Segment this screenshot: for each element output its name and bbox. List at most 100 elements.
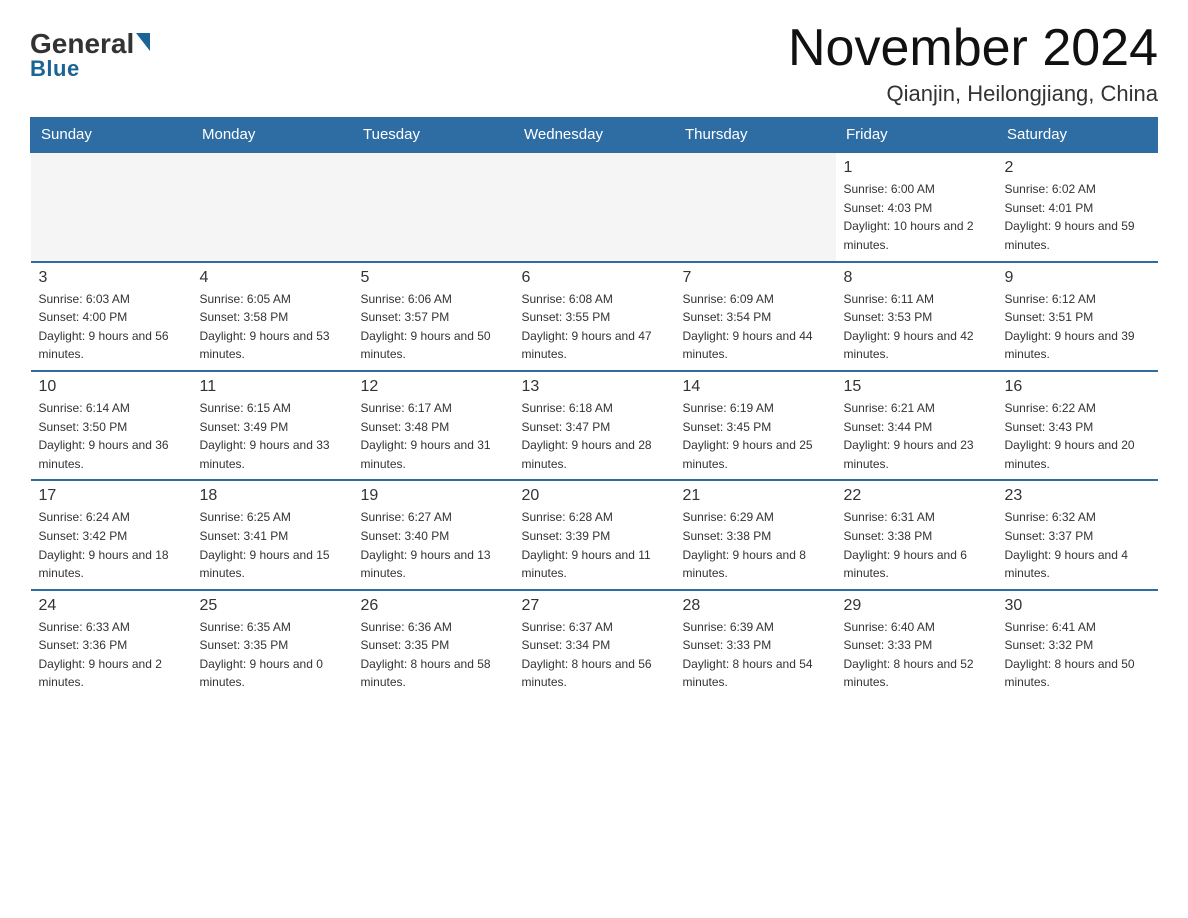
header-day-wednesday: Wednesday [514,118,675,153]
day-number: 6 [522,269,667,287]
day-cell [31,152,192,261]
day-cell: 12 Sunrise: 6:17 AMSunset: 3:48 PMDayligh… [353,371,514,480]
day-number: 13 [522,378,667,396]
calendar-table: SundayMondayTuesdayWednesdayThursdayFrid… [30,117,1158,698]
day-cell [675,152,836,261]
week-row-5: 24Sunrise: 6:33 AMSunset: 3:36 PMDayligh… [31,590,1158,698]
logo-sub: Blue [30,56,80,82]
day-number: 19 [361,487,506,505]
day-number: 5 [361,269,506,287]
day-cell: 8 Sunrise: 6:11 AMSunset: 3:53 PMDaylight… [836,262,997,371]
day-info: Sunrise: 6:11 AMSunset: 3:53 PMDaylight:… [844,290,989,364]
day-cell: 6 Sunrise: 6:08 AMSunset: 3:55 PMDaylight… [514,262,675,371]
day-number: 30 [1005,597,1150,615]
day-number: 10 [39,378,184,396]
day-info: Sunrise: 6:22 AMSunset: 3:43 PMDaylight:… [1005,399,1150,473]
day-cell: 19 Sunrise: 6:27 AMSunset: 3:40 PMDayligh… [353,480,514,589]
day-info: Sunrise: 6:15 AMSunset: 3:49 PMDaylight:… [200,399,345,473]
week-row-3: 10 Sunrise: 6:14 AMSunset: 3:50 PMDayligh… [31,371,1158,480]
day-info: Sunrise: 6:08 AMSunset: 3:55 PMDaylight:… [522,290,667,364]
day-number: 29 [844,597,989,615]
day-number: 2 [1005,159,1150,177]
day-info: Sunrise: 6:39 AMSunset: 3:33 PMDaylight:… [683,618,828,692]
day-cell: 13 Sunrise: 6:18 AMSunset: 3:47 PMDayligh… [514,371,675,480]
day-cell: 2 Sunrise: 6:02 AMSunset: 4:01 PMDaylight… [997,152,1158,261]
day-number: 12 [361,378,506,396]
calendar-title: November 2024 [788,20,1158,77]
day-number: 26 [361,597,506,615]
page-header: General Blue November 2024 Qianjin, Heil… [30,20,1158,107]
day-cell: 11Sunrise: 6:15 AMSunset: 3:49 PMDayligh… [192,371,353,480]
day-cell [514,152,675,261]
day-info: Sunrise: 6:21 AMSunset: 3:44 PMDaylight:… [844,399,989,473]
day-cell: 18Sunrise: 6:25 AMSunset: 3:41 PMDayligh… [192,480,353,589]
day-info: Sunrise: 6:06 AMSunset: 3:57 PMDaylight:… [361,290,506,364]
day-cell: 30Sunrise: 6:41 AMSunset: 3:32 PMDayligh… [997,590,1158,698]
header-day-sunday: Sunday [31,118,192,153]
logo: General Blue [30,20,150,82]
day-number: 23 [1005,487,1150,505]
day-number: 21 [683,487,828,505]
day-number: 18 [200,487,345,505]
day-info: Sunrise: 6:28 AMSunset: 3:39 PMDaylight:… [522,508,667,582]
day-cell: 7 Sunrise: 6:09 AMSunset: 3:54 PMDaylight… [675,262,836,371]
calendar-subtitle: Qianjin, Heilongjiang, China [788,81,1158,107]
day-cell: 27 Sunrise: 6:37 AMSunset: 3:34 PMDayligh… [514,590,675,698]
week-row-4: 17Sunrise: 6:24 AMSunset: 3:42 PMDayligh… [31,480,1158,589]
day-cell [192,152,353,261]
day-cell: 29 Sunrise: 6:40 AMSunset: 3:33 PMDayligh… [836,590,997,698]
day-number: 3 [39,269,184,287]
day-info: Sunrise: 6:31 AMSunset: 3:38 PMDaylight:… [844,508,989,582]
day-info: Sunrise: 6:37 AMSunset: 3:34 PMDaylight:… [522,618,667,692]
day-cell: 22 Sunrise: 6:31 AMSunset: 3:38 PMDayligh… [836,480,997,589]
day-number: 20 [522,487,667,505]
day-info: Sunrise: 6:19 AMSunset: 3:45 PMDaylight:… [683,399,828,473]
day-number: 7 [683,269,828,287]
day-info: Sunrise: 6:00 AMSunset: 4:03 PMDaylight:… [844,180,989,254]
day-number: 4 [200,269,345,287]
day-cell [353,152,514,261]
day-cell: 20 Sunrise: 6:28 AMSunset: 3:39 PMDayligh… [514,480,675,589]
day-number: 8 [844,269,989,287]
header-day-thursday: Thursday [675,118,836,153]
day-number: 27 [522,597,667,615]
day-cell: 4 Sunrise: 6:05 AMSunset: 3:58 PMDaylight… [192,262,353,371]
day-info: Sunrise: 6:05 AMSunset: 3:58 PMDaylight:… [200,290,345,364]
day-cell: 16Sunrise: 6:22 AMSunset: 3:43 PMDayligh… [997,371,1158,480]
day-cell: 28 Sunrise: 6:39 AMSunset: 3:33 PMDayligh… [675,590,836,698]
day-info: Sunrise: 6:17 AMSunset: 3:48 PMDaylight:… [361,399,506,473]
day-info: Sunrise: 6:27 AMSunset: 3:40 PMDaylight:… [361,508,506,582]
day-cell: 26 Sunrise: 6:36 AMSunset: 3:35 PMDayligh… [353,590,514,698]
week-row-1: 1 Sunrise: 6:00 AMSunset: 4:03 PMDaylight… [31,152,1158,261]
week-row-2: 3 Sunrise: 6:03 AMSunset: 4:00 PMDaylight… [31,262,1158,371]
day-info: Sunrise: 6:14 AMSunset: 3:50 PMDaylight:… [39,399,184,473]
day-cell: 5 Sunrise: 6:06 AMSunset: 3:57 PMDaylight… [353,262,514,371]
day-number: 28 [683,597,828,615]
header-day-friday: Friday [836,118,997,153]
title-area: November 2024 Qianjin, Heilongjiang, Chi… [788,20,1158,107]
logo-triangle-icon [136,33,150,51]
day-cell: 21Sunrise: 6:29 AMSunset: 3:38 PMDayligh… [675,480,836,589]
header-day-tuesday: Tuesday [353,118,514,153]
day-info: Sunrise: 6:09 AMSunset: 3:54 PMDaylight:… [683,290,828,364]
day-info: Sunrise: 6:32 AMSunset: 3:37 PMDaylight:… [1005,508,1150,582]
day-cell: 15Sunrise: 6:21 AMSunset: 3:44 PMDayligh… [836,371,997,480]
day-info: Sunrise: 6:33 AMSunset: 3:36 PMDaylight:… [39,618,184,692]
day-info: Sunrise: 6:36 AMSunset: 3:35 PMDaylight:… [361,618,506,692]
header-day-monday: Monday [192,118,353,153]
day-number: 22 [844,487,989,505]
day-cell: 9Sunrise: 6:12 AMSunset: 3:51 PMDaylight… [997,262,1158,371]
day-cell: 24Sunrise: 6:33 AMSunset: 3:36 PMDayligh… [31,590,192,698]
day-cell: 14Sunrise: 6:19 AMSunset: 3:45 PMDayligh… [675,371,836,480]
day-number: 1 [844,159,989,177]
day-info: Sunrise: 6:12 AMSunset: 3:51 PMDaylight:… [1005,290,1150,364]
day-cell: 17Sunrise: 6:24 AMSunset: 3:42 PMDayligh… [31,480,192,589]
day-cell: 23 Sunrise: 6:32 AMSunset: 3:37 PMDayligh… [997,480,1158,589]
day-info: Sunrise: 6:18 AMSunset: 3:47 PMDaylight:… [522,399,667,473]
day-number: 25 [200,597,345,615]
day-info: Sunrise: 6:24 AMSunset: 3:42 PMDaylight:… [39,508,184,582]
day-info: Sunrise: 6:03 AMSunset: 4:00 PMDaylight:… [39,290,184,364]
day-cell: 10 Sunrise: 6:14 AMSunset: 3:50 PMDayligh… [31,371,192,480]
day-info: Sunrise: 6:40 AMSunset: 3:33 PMDaylight:… [844,618,989,692]
day-info: Sunrise: 6:02 AMSunset: 4:01 PMDaylight:… [1005,180,1150,254]
